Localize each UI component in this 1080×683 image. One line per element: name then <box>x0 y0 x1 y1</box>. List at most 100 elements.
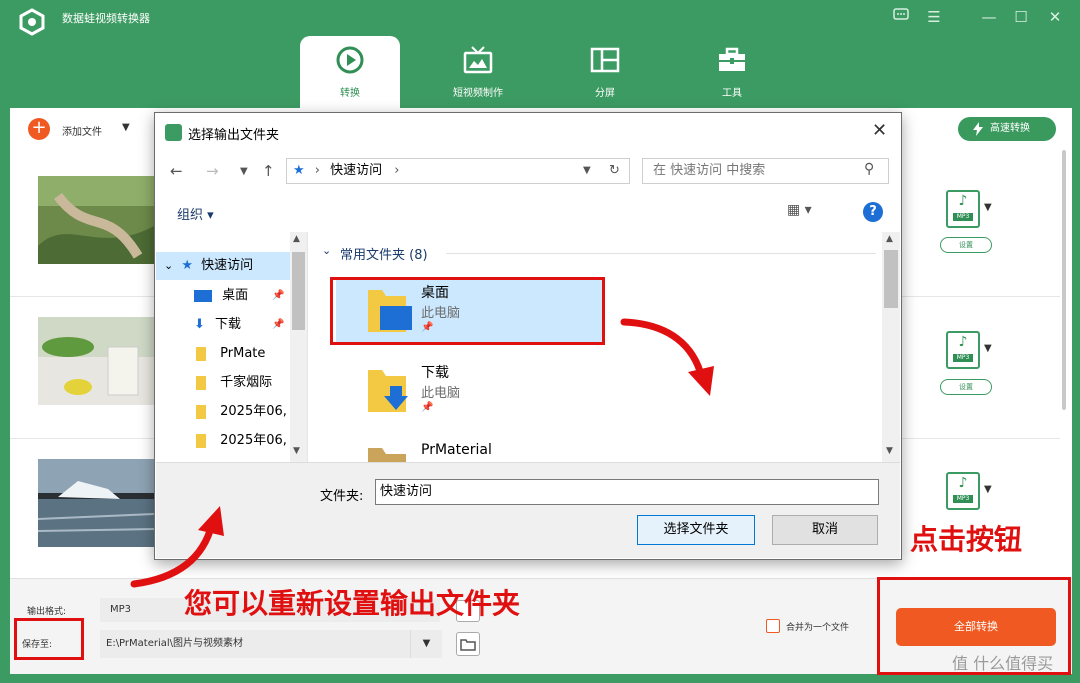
select-folder-button[interactable]: 选择文件夹 <box>637 515 755 545</box>
tree-item-label: 快速访问 <box>201 258 254 273</box>
save-path-field[interactable]: E:\PrMaterial\图片与视频素材 <box>100 630 410 658</box>
tab-convert[interactable]: 转换 <box>300 36 400 108</box>
address-dropdown-icon[interactable]: ▼ <box>583 159 591 183</box>
dialog-close-icon[interactable]: ✕ <box>872 120 887 141</box>
file-list-scrollbar[interactable] <box>1062 150 1066 410</box>
pin-icon: 📌 <box>272 319 285 330</box>
split-screen-icon <box>590 47 620 73</box>
chevron-down-icon[interactable]: ⌄ <box>322 244 331 257</box>
settings-button[interactable]: 设置 <box>940 379 992 395</box>
settings-button[interactable]: 设置 <box>940 237 992 253</box>
folder-icon <box>368 448 406 462</box>
high-speed-label: 高速转换 <box>990 123 1030 134</box>
refresh-icon[interactable]: ↻ <box>609 159 620 183</box>
tab-label: 工具 <box>722 88 742 99</box>
tree-item-folder[interactable]: 2025年06, <box>156 427 290 455</box>
forward-arrow-icon[interactable]: → <box>206 162 219 180</box>
format-badge: MP3 <box>953 354 973 362</box>
tab-short-video[interactable]: 短视频制作 <box>428 36 528 108</box>
tree-item-label: PrMate <box>220 346 266 361</box>
breadcrumb-separator-icon: › <box>314 163 320 178</box>
merge-label: 合并为一个文件 <box>786 623 850 633</box>
close-icon[interactable]: ✕ <box>1044 6 1066 28</box>
up-arrow-icon[interactable]: ↑ <box>262 162 275 180</box>
highlight-desktop <box>330 277 605 345</box>
output-format-label: 输出格式: <box>27 607 67 617</box>
pin-icon: 📌 <box>421 402 434 413</box>
breadcrumb-separator-icon: › <box>394 163 400 178</box>
app-title: 数据蛙视频转换器 <box>62 12 150 25</box>
output-format-icon[interactable]: ♪ MP3 <box>946 472 980 510</box>
quick-access-star-icon: ★ <box>181 258 194 273</box>
content-scrollbar-thumb[interactable] <box>884 250 898 308</box>
tree-item-folder[interactable]: 2025年06, <box>156 398 290 426</box>
folder-item-name[interactable]: PrMaterial <box>421 442 492 458</box>
tree-item-folder[interactable]: PrMate <box>156 340 290 368</box>
cancel-button[interactable]: 取消 <box>772 515 878 545</box>
scroll-up-icon[interactable]: ▲ <box>293 234 300 244</box>
scroll-up-icon[interactable]: ▲ <box>886 234 893 244</box>
organize-menu[interactable]: 组织 ▾ <box>177 204 214 223</box>
highlight-save-to <box>14 618 84 660</box>
back-arrow-icon[interactable]: ← <box>170 162 183 180</box>
search-input[interactable]: 在 快速访问 中搜索 <box>642 158 889 184</box>
downloads-folder-icon <box>368 370 408 412</box>
folder-input[interactable]: 快速访问 <box>375 479 879 505</box>
tree-item-desktop[interactable]: 桌面 📌 <box>156 282 290 310</box>
output-format-icon[interactable]: ♪ MP3 <box>946 331 980 369</box>
recent-dropdown-icon[interactable]: ▼ <box>240 166 248 177</box>
tab-tools[interactable]: 工具 <box>682 36 782 108</box>
tab-label: 分屏 <box>595 88 615 99</box>
folder-label: 文件夹: <box>320 489 364 504</box>
toolbox-icon <box>719 47 745 71</box>
save-path-dropdown-icon[interactable]: ▼ <box>410 630 442 658</box>
add-file-icon[interactable]: + <box>28 118 50 140</box>
format-dropdown-icon[interactable]: ▼ <box>984 484 992 495</box>
tab-split-screen[interactable]: 分屏 <box>555 36 655 108</box>
music-note-icon: ♪ <box>958 475 968 491</box>
tree-scrollbar-thumb[interactable] <box>292 252 305 330</box>
tree-item-label: 下载 <box>215 317 242 332</box>
tv-icon <box>463 46 493 74</box>
add-file-dropdown-icon[interactable]: ▼ <box>122 122 130 133</box>
view-options-icon[interactable]: ▦ ▾ <box>787 202 812 218</box>
dialog-app-icon <box>165 124 182 141</box>
output-format-icon[interactable]: ♪ MP3 <box>946 190 980 228</box>
arrow-annotation-icon <box>130 506 224 588</box>
add-file-button[interactable]: 添加文件 <box>62 123 102 138</box>
chevron-down-icon: ⌄ <box>164 259 174 272</box>
feedback-icon[interactable] <box>890 6 912 28</box>
minimize-icon[interactable]: — <box>978 6 1000 28</box>
tree-item-folder[interactable]: 千家烟际 <box>156 369 290 397</box>
menu-icon[interactable]: ☰ <box>923 6 945 28</box>
address-bar[interactable]: ★ › 快速访问 › ▼ ↻ <box>286 158 630 184</box>
address-text: 快速访问 <box>330 163 383 178</box>
app-logo-icon <box>19 8 45 36</box>
dialog-title: 选择输出文件夹 <box>188 128 280 143</box>
tree-item-label: 2025年06, <box>220 404 287 419</box>
open-folder-icon[interactable] <box>456 632 480 656</box>
scroll-down-icon[interactable]: ▼ <box>886 446 893 456</box>
arrow-annotation-icon <box>620 318 714 396</box>
folder-icon <box>196 433 206 448</box>
format-dropdown-icon[interactable]: ▼ <box>984 202 992 213</box>
merge-checkbox[interactable] <box>766 619 780 633</box>
music-note-icon: ♪ <box>958 334 968 350</box>
video-thumbnail <box>38 176 154 264</box>
desktop-icon <box>194 289 212 302</box>
music-note-icon: ♪ <box>958 193 968 209</box>
tree-item-quick-access[interactable]: ⌄ ★ 快速访问 <box>156 252 290 280</box>
maximize-icon[interactable]: ☐ <box>1010 6 1032 28</box>
scroll-down-icon[interactable]: ▼ <box>293 446 300 456</box>
folder-item-name[interactable]: 下载 <box>421 362 449 382</box>
high-speed-button[interactable]: 高速转换 <box>958 117 1056 141</box>
format-dropdown-icon[interactable]: ▼ <box>984 343 992 354</box>
help-icon[interactable]: ? <box>863 202 883 222</box>
folder-icon <box>196 404 206 419</box>
format-badge: MP3 <box>953 213 973 221</box>
folder-icon <box>196 346 206 361</box>
tree-item-downloads[interactable]: ⬇ 下载 📌 <box>156 311 290 339</box>
format-badge: MP3 <box>953 495 973 503</box>
tree-item-label: 桌面 <box>222 288 249 303</box>
folder-item-location: 此电脑 <box>421 386 461 401</box>
